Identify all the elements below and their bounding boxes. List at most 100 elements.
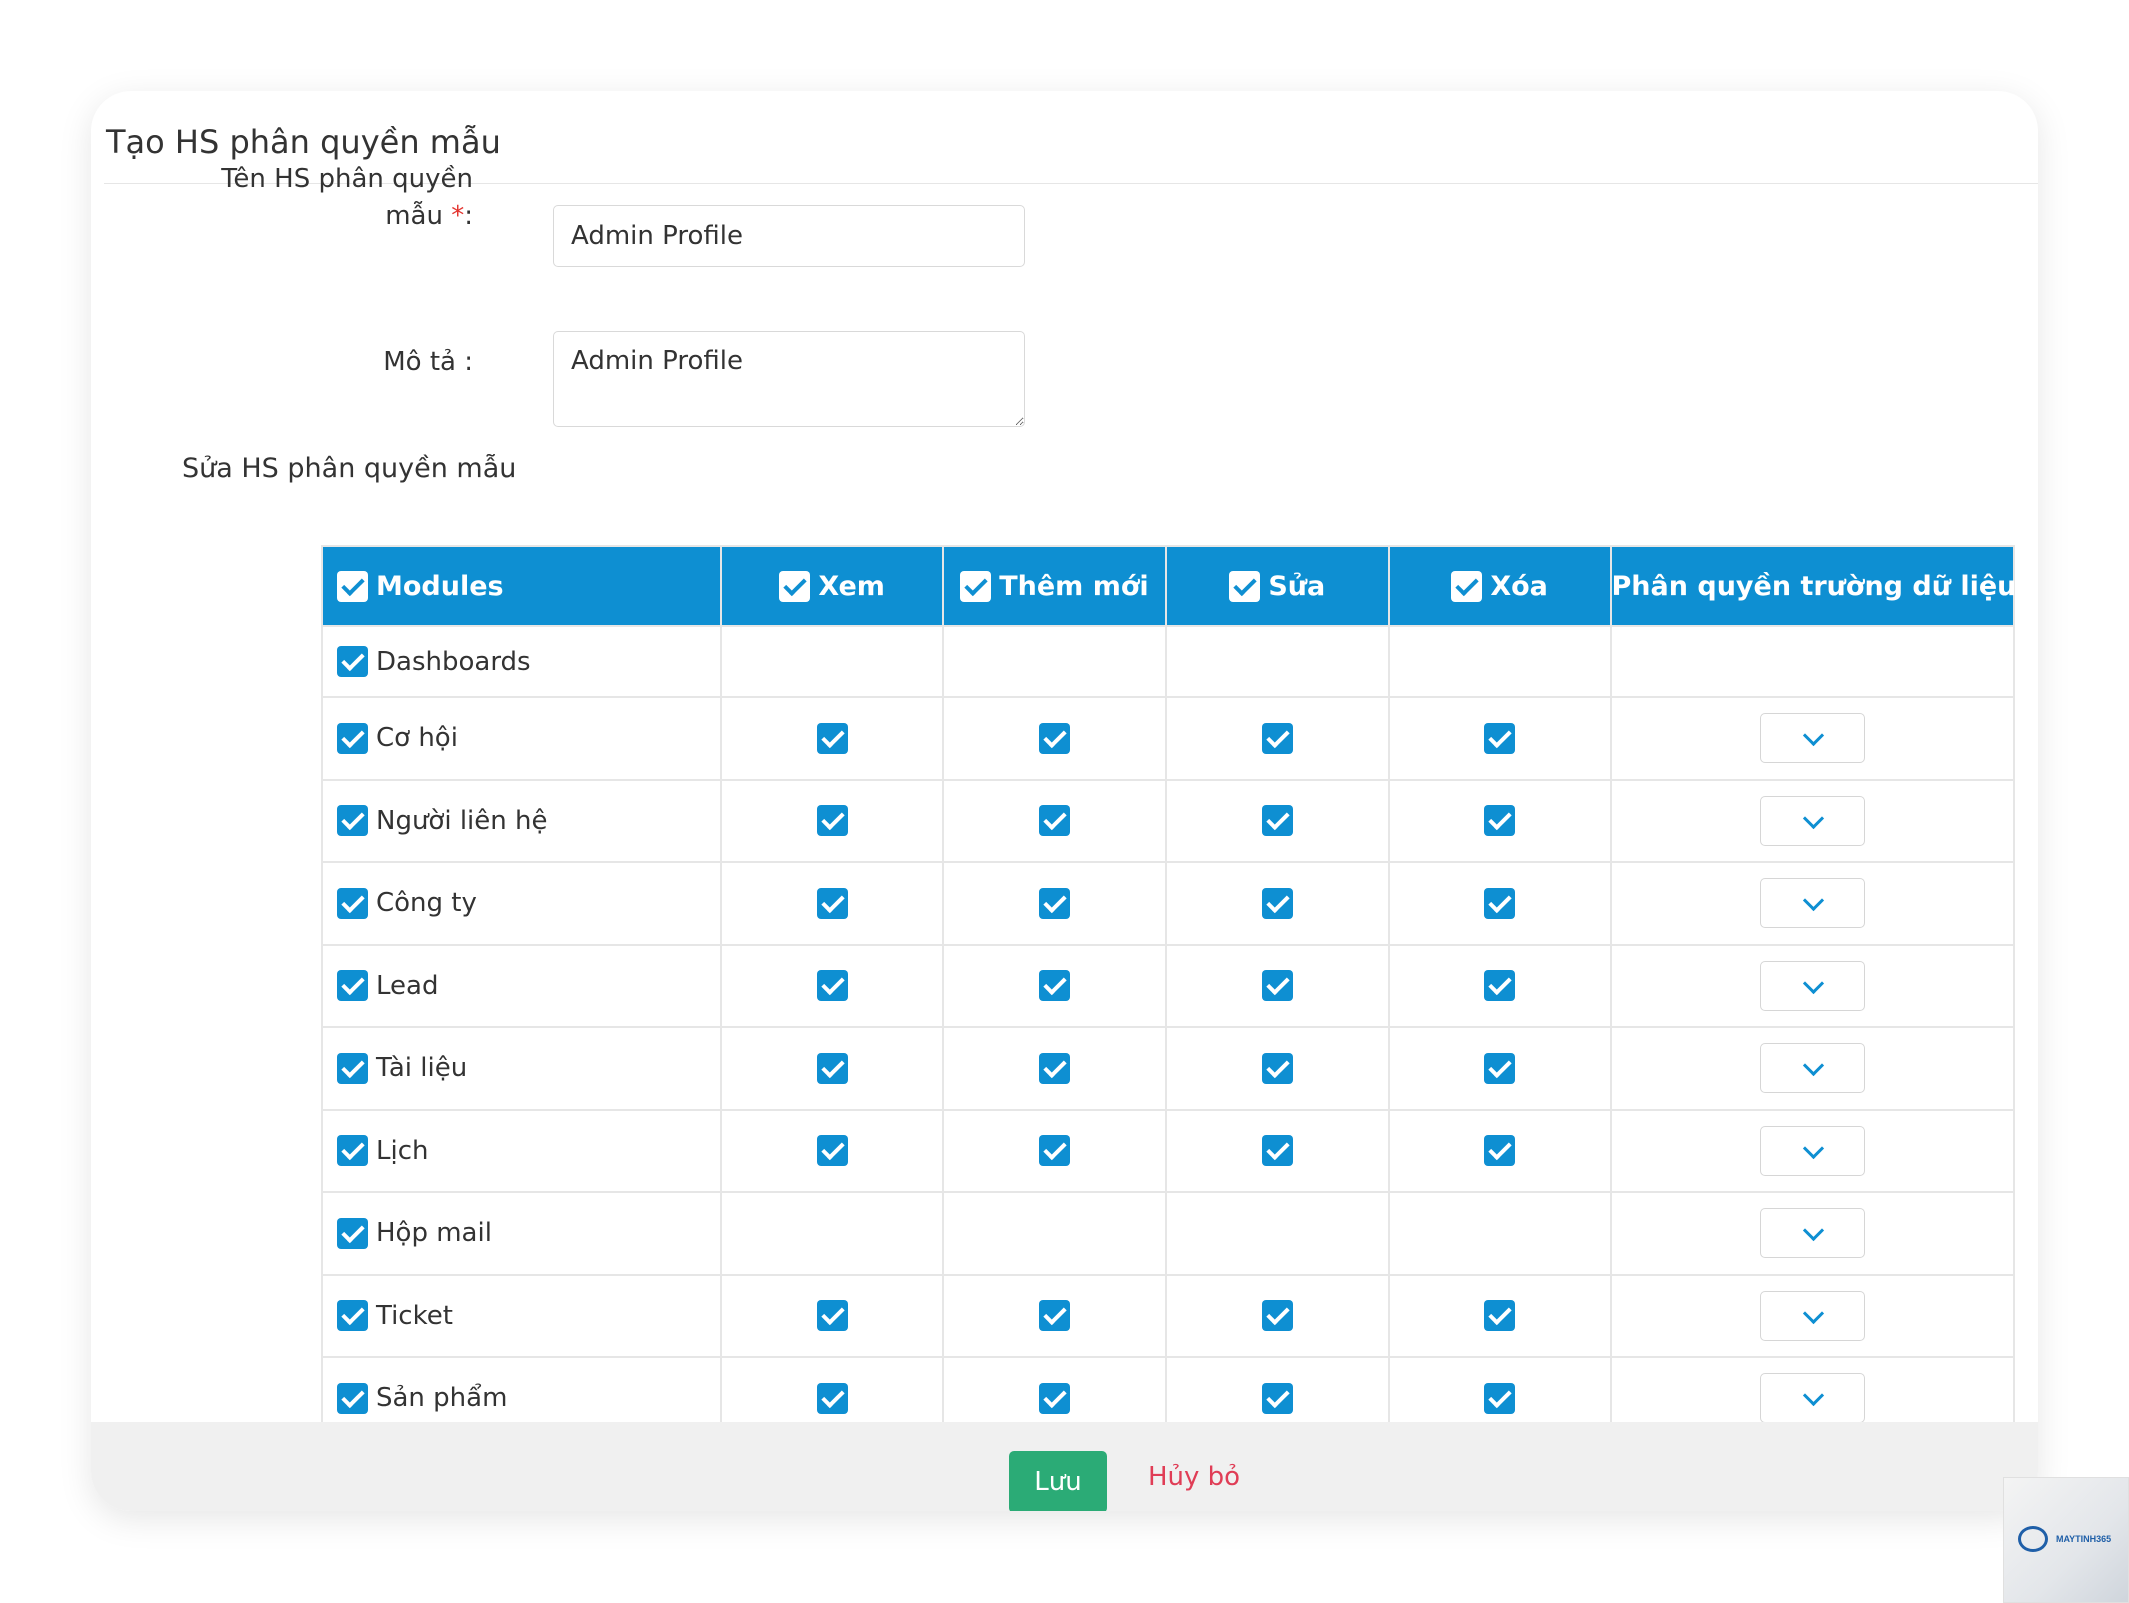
view-permission-checkbox[interactable]: [816, 722, 848, 754]
delete-permission-checkbox[interactable]: [1484, 1382, 1516, 1414]
module-name: Ticket: [376, 1300, 453, 1331]
permission-cell-view: [720, 1108, 945, 1193]
cancel-link[interactable]: Hủy bỏ: [1148, 1462, 1240, 1492]
permission-cell-add: [942, 778, 1167, 863]
delete-permission-checkbox[interactable]: [1484, 1300, 1516, 1332]
table-row: Hộp mail: [320, 1191, 2016, 1276]
chevron-down-icon[interactable]: [1759, 1125, 1865, 1176]
add-permission-checkbox[interactable]: [1038, 1300, 1070, 1332]
delete-permission-checkbox[interactable]: [1484, 1135, 1516, 1167]
watermark-text: MAYTINH365: [2056, 1534, 2112, 1544]
edit-permission-checkbox[interactable]: [1261, 887, 1293, 919]
module-checkbox[interactable]: [337, 1217, 368, 1249]
view-permission-checkbox[interactable]: [816, 805, 848, 837]
select-all-delete-checkbox[interactable]: [1451, 571, 1483, 602]
watermark-logo: MAYTINH365: [2003, 1477, 2129, 1603]
section-title: Sửa HS phân quyền mẫu: [182, 453, 517, 484]
table-header-row: Modules Xem Thêm mới Sửa Xóa Phân quyền …: [320, 545, 2016, 627]
delete-permission-checkbox[interactable]: [1484, 970, 1516, 1002]
add-permission-checkbox[interactable]: [1038, 970, 1070, 1002]
chevron-down-icon[interactable]: [1759, 1373, 1865, 1424]
chevron-down-icon[interactable]: [1759, 960, 1865, 1011]
chevron-down-icon[interactable]: [1759, 1043, 1865, 1094]
module-checkbox[interactable]: [337, 1300, 368, 1332]
select-all-edit-checkbox[interactable]: [1229, 571, 1261, 602]
view-permission-checkbox[interactable]: [816, 970, 848, 1002]
save-button[interactable]: Lưu: [1009, 1451, 1107, 1511]
module-checkbox[interactable]: [337, 970, 368, 1002]
module-cell: Hộp mail: [320, 1191, 723, 1276]
permission-cell-add: [942, 696, 1167, 781]
field-permission-cell: [1609, 1191, 2016, 1276]
module-checkbox[interactable]: [337, 722, 368, 754]
column-header-delete: Xóa: [1387, 545, 1612, 627]
permission-cell-view: [720, 1191, 945, 1276]
chevron-down-icon[interactable]: [1759, 1290, 1865, 1341]
column-header-modules-label: Modules: [376, 571, 504, 602]
chevron-down-icon[interactable]: [1759, 795, 1865, 846]
delete-permission-checkbox[interactable]: [1484, 805, 1516, 837]
description-textarea[interactable]: Admin Profile: [553, 331, 1025, 427]
view-permission-checkbox[interactable]: [816, 1052, 848, 1084]
edit-permission-checkbox[interactable]: [1261, 1300, 1293, 1332]
delete-permission-checkbox[interactable]: [1484, 722, 1516, 754]
permission-cell-add: [942, 943, 1167, 1028]
permission-cell-delete: [1387, 861, 1612, 946]
profile-name-input[interactable]: [553, 205, 1025, 267]
edit-permission-checkbox[interactable]: [1261, 1382, 1293, 1414]
select-all-modules-checkbox[interactable]: [337, 571, 368, 602]
module-checkbox[interactable]: [337, 805, 368, 837]
add-permission-checkbox[interactable]: [1038, 722, 1070, 754]
permissions-table: Modules Xem Thêm mới Sửa Xóa Phân quyền …: [320, 545, 2016, 1441]
column-header-view-label: Xem: [818, 571, 885, 602]
permission-cell-edit: [1164, 696, 1390, 781]
edit-permission-checkbox[interactable]: [1261, 1052, 1293, 1084]
profile-name-label-text: mẫu: [385, 201, 443, 231]
permission-cell-edit: [1164, 1108, 1390, 1193]
module-checkbox[interactable]: [337, 887, 368, 919]
select-all-add-checkbox[interactable]: [960, 571, 992, 602]
edit-permission-checkbox[interactable]: [1261, 1135, 1293, 1167]
view-permission-checkbox[interactable]: [816, 887, 848, 919]
module-checkbox[interactable]: [337, 1382, 368, 1414]
field-permission-cell: [1609, 778, 2016, 863]
field-permission-cell: [1609, 861, 2016, 946]
chevron-down-icon[interactable]: [1759, 878, 1865, 929]
view-permission-checkbox[interactable]: [816, 1135, 848, 1167]
column-header-edit: Sửa: [1164, 545, 1390, 627]
permission-cell-delete: [1387, 943, 1612, 1028]
delete-permission-checkbox[interactable]: [1484, 1052, 1516, 1084]
add-permission-checkbox[interactable]: [1038, 805, 1070, 837]
permission-cell-add: [942, 625, 1167, 698]
chevron-down-icon[interactable]: [1759, 713, 1865, 764]
module-checkbox[interactable]: [337, 1135, 368, 1167]
chevron-down-icon[interactable]: [1759, 1208, 1865, 1259]
add-permission-checkbox[interactable]: [1038, 1135, 1070, 1167]
select-all-view-checkbox[interactable]: [779, 571, 811, 602]
delete-permission-checkbox[interactable]: [1484, 887, 1516, 919]
permissions-table-body: Dashboards Cơ hội Người liên hệ Công ty Lead…: [320, 625, 2016, 1441]
module-name: Dashboards: [376, 646, 531, 677]
module-cell: Cơ hội: [320, 696, 723, 781]
field-permission-cell: [1609, 625, 2016, 698]
permission-cell-view: [720, 1026, 945, 1111]
view-permission-checkbox[interactable]: [816, 1382, 848, 1414]
module-cell: Công ty: [320, 861, 723, 946]
module-name: Công ty: [376, 888, 477, 919]
add-permission-checkbox[interactable]: [1038, 887, 1070, 919]
add-permission-checkbox[interactable]: [1038, 1052, 1070, 1084]
view-permission-checkbox[interactable]: [816, 1300, 848, 1332]
profile-name-label: Tên HS phân quyền mẫu *:: [181, 161, 473, 235]
column-header-add: Thêm mới: [942, 545, 1167, 627]
field-permission-cell: [1609, 1273, 2016, 1358]
column-header-delete-label: Xóa: [1490, 571, 1548, 602]
add-permission-checkbox[interactable]: [1038, 1382, 1070, 1414]
edit-permission-checkbox[interactable]: [1261, 970, 1293, 1002]
module-name: Cơ hội: [376, 723, 458, 754]
edit-permission-checkbox[interactable]: [1261, 805, 1293, 837]
module-name: Tài liệu: [376, 1053, 468, 1084]
module-checkbox[interactable]: [337, 646, 368, 677]
module-checkbox[interactable]: [337, 1052, 368, 1084]
edit-permission-checkbox[interactable]: [1261, 722, 1293, 754]
table-row: Lịch: [320, 1108, 2016, 1193]
